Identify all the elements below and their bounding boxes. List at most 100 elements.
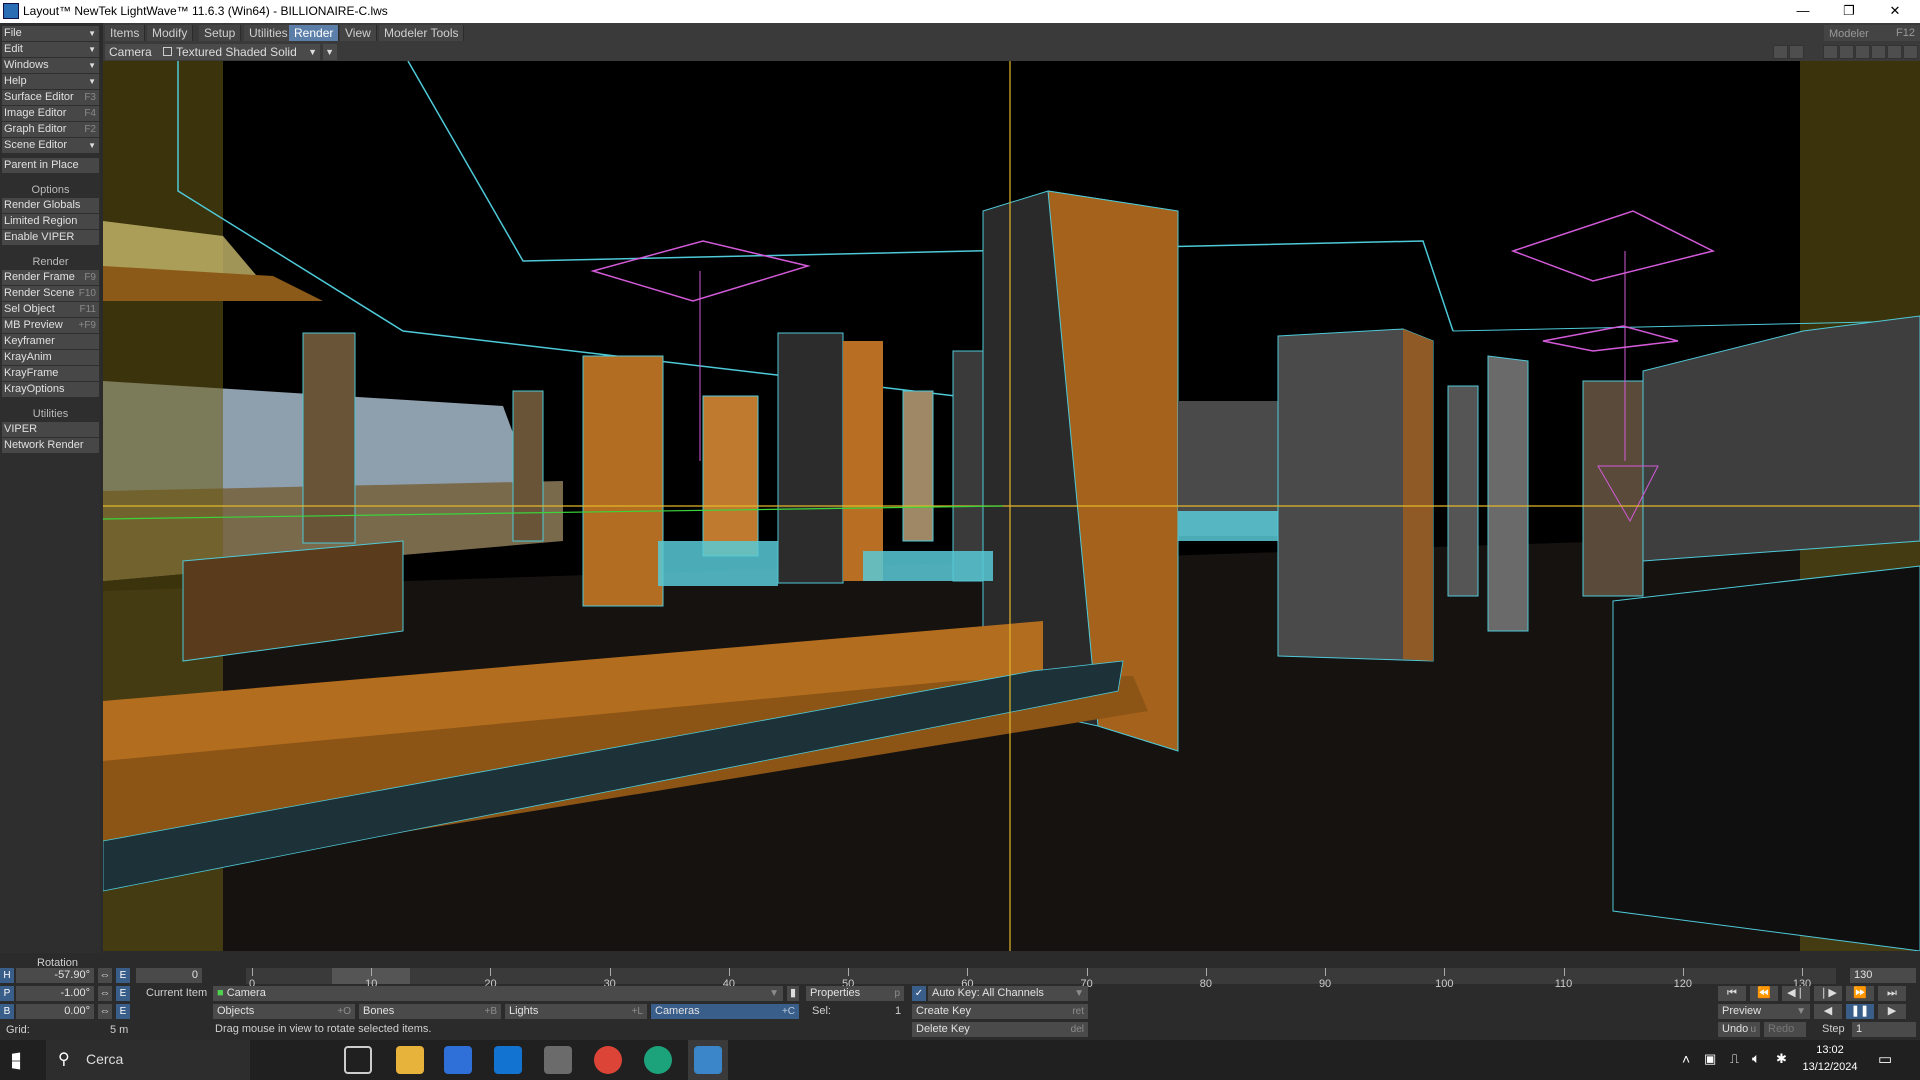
chevron-down-icon: ▼	[88, 77, 96, 86]
minimize-button[interactable]: —	[1780, 0, 1826, 23]
surface-editor-button[interactable]: Surface Editor F3	[2, 90, 99, 105]
cameras-button[interactable]: Cameras +C	[651, 1004, 799, 1019]
close-button[interactable]: ✕	[1872, 0, 1918, 23]
viewport-list-icon[interactable]	[1773, 45, 1788, 59]
windows-start-icon[interactable]	[12, 1052, 21, 1070]
krayframe-button[interactable]: KrayFrame	[2, 366, 99, 381]
parent-in-place-button[interactable]: Parent in Place	[2, 158, 99, 173]
task-view-icon[interactable]	[344, 1046, 372, 1074]
bones-button[interactable]: Bones +B	[359, 1004, 501, 1019]
store-icon[interactable]	[444, 1046, 472, 1074]
lights-button[interactable]: Lights +L	[505, 1004, 647, 1019]
first-frame-icon[interactable]: ⏮	[1718, 986, 1746, 1001]
bluetooth-icon[interactable]: ✱	[1776, 1051, 1787, 1067]
tab-modeler-tools[interactable]: Modeler Tools	[379, 25, 465, 41]
objects-button[interactable]: Objects +O	[213, 1004, 355, 1019]
enable-viper-button[interactable]: Enable VIPER	[2, 230, 99, 245]
modeler-button[interactable]: Modeler F12	[1824, 25, 1920, 41]
pitch-input[interactable]: -1.00°	[16, 986, 94, 1001]
previous-frame-icon[interactable]: ◀❘	[1782, 986, 1810, 1001]
move-view-icon[interactable]	[1823, 45, 1838, 59]
notification-icon[interactable]: ▭	[1878, 1050, 1892, 1068]
viewport-options-dropdown[interactable]: ▼	[323, 44, 337, 60]
clock-time[interactable]: 13:02	[1800, 1044, 1860, 1056]
file-explorer-icon[interactable]	[396, 1046, 424, 1074]
timeline-slider[interactable]: 0 10 20 30 40 50 60 70 80 90 100 110 120 130	[246, 968, 1836, 990]
tab-render[interactable]: Render	[289, 25, 340, 41]
current-item-dropdown[interactable]: ■ Camera ▼	[213, 986, 783, 1001]
limited-region-button[interactable]: Limited Region	[2, 214, 99, 229]
chevron-down-icon: ▼	[88, 141, 96, 150]
lightwave-taskbar-button[interactable]	[688, 1040, 728, 1080]
tab-view[interactable]: View	[340, 25, 377, 41]
link-icon[interactable]: ⇔	[98, 1004, 112, 1019]
help-menu[interactable]: Help ▼	[2, 74, 99, 89]
tab-modify[interactable]: Modify	[147, 25, 194, 41]
play-backward-icon[interactable]: ◀	[1814, 1004, 1842, 1019]
krayoptions-button[interactable]: KrayOptions	[2, 382, 99, 397]
graph-editor-button[interactable]: Graph Editor F2	[2, 122, 99, 137]
render-scene-button[interactable]: Render Scene F10	[2, 286, 99, 301]
viewport-grid-icon[interactable]	[1789, 45, 1804, 59]
chevron-up-icon[interactable]: ˄	[1682, 1051, 1690, 1067]
edge-icon[interactable]	[644, 1046, 672, 1074]
heading-input[interactable]: -57.90°	[16, 968, 94, 983]
calculator-icon[interactable]	[544, 1046, 572, 1074]
link-icon[interactable]: ⇔	[98, 986, 112, 1001]
last-frame-icon[interactable]: ⏭	[1878, 986, 1906, 1001]
scene-editor-button[interactable]: Scene Editor ▼	[2, 138, 99, 153]
previous-key-icon[interactable]: ⏪	[1750, 986, 1778, 1001]
end-frame-input[interactable]: 130	[1850, 968, 1916, 983]
render-frame-button[interactable]: Render Frame F9	[2, 270, 99, 285]
maximize-view-icon[interactable]	[1887, 45, 1902, 59]
render-globals-button[interactable]: Render Globals	[2, 198, 99, 213]
delete-key-button[interactable]: Delete Key del	[912, 1022, 1088, 1037]
preview-dropdown[interactable]: Preview ▼	[1718, 1004, 1810, 1019]
krayanim-button[interactable]: KrayAnim	[2, 350, 99, 365]
render-mode-dropdown[interactable]: Textured Shaded Solid Wireframe ▼	[160, 44, 320, 75]
image-editor-button[interactable]: Image Editor F4	[2, 106, 99, 121]
file-menu[interactable]: File ▼	[2, 26, 99, 41]
play-forward-icon[interactable]: ▶	[1878, 1004, 1906, 1019]
keyframer-button[interactable]: Keyframer	[2, 334, 99, 349]
network-icon[interactable]: ⎍	[1730, 1051, 1739, 1067]
tab-utilities[interactable]: Utilities	[244, 25, 294, 41]
step-input[interactable]: 1	[1852, 1022, 1916, 1037]
p-envelope-button[interactable]: E	[116, 986, 130, 1001]
h-envelope-button[interactable]: E	[116, 968, 130, 983]
tab-items[interactable]: Items	[105, 25, 146, 41]
viper-button[interactable]: VIPER	[2, 422, 99, 437]
item-list-icon[interactable]: ▮	[787, 986, 799, 1001]
clock-date[interactable]: 13/12/2024	[1800, 1061, 1860, 1073]
tab-setup[interactable]: Setup	[199, 25, 242, 41]
zoom-view-icon[interactable]	[1855, 45, 1870, 59]
chrome-icon[interactable]	[594, 1046, 622, 1074]
search-box[interactable]: ⚲ Cerca	[46, 1040, 250, 1080]
undo-button[interactable]: Undo u	[1718, 1022, 1760, 1037]
maximize-button[interactable]: ❐	[1826, 0, 1872, 23]
current-frame-input[interactable]: 0	[136, 968, 202, 983]
auto-key-dropdown[interactable]: Auto Key: All Channels ▼	[928, 986, 1088, 1001]
edit-menu[interactable]: Edit ▼	[2, 42, 99, 57]
link-icon[interactable]: ⇔	[98, 968, 112, 983]
windows-menu[interactable]: Windows ▼	[2, 58, 99, 73]
sel-object-button[interactable]: Sel Object F11	[2, 302, 99, 317]
auto-key-checkbox[interactable]: ✓	[912, 986, 926, 1001]
camera-viewport[interactable]	[103, 61, 1920, 951]
pause-icon[interactable]: ❚❚	[1846, 1004, 1874, 1019]
next-frame-icon[interactable]: ❘▶	[1814, 986, 1842, 1001]
bank-input[interactable]: 0.00°	[16, 1004, 94, 1019]
magnify-view-icon[interactable]	[1871, 45, 1886, 59]
fit-view-icon[interactable]	[1903, 45, 1918, 59]
network-render-button[interactable]: Network Render	[2, 438, 99, 453]
rotate-view-icon[interactable]	[1839, 45, 1854, 59]
mb-preview-button[interactable]: MB Preview +F9	[2, 318, 99, 333]
meet-now-icon[interactable]: ▣	[1704, 1051, 1716, 1067]
volume-icon[interactable]: 🔈︎	[1752, 1050, 1760, 1067]
next-key-icon[interactable]: ⏩	[1846, 986, 1874, 1001]
properties-button[interactable]: Properties p	[806, 986, 904, 1001]
b-envelope-button[interactable]: E	[116, 1004, 130, 1019]
outlook-icon[interactable]	[494, 1046, 522, 1074]
create-key-button[interactable]: Create Key ret	[912, 1004, 1088, 1019]
redo-button[interactable]: Redo	[1764, 1022, 1806, 1037]
